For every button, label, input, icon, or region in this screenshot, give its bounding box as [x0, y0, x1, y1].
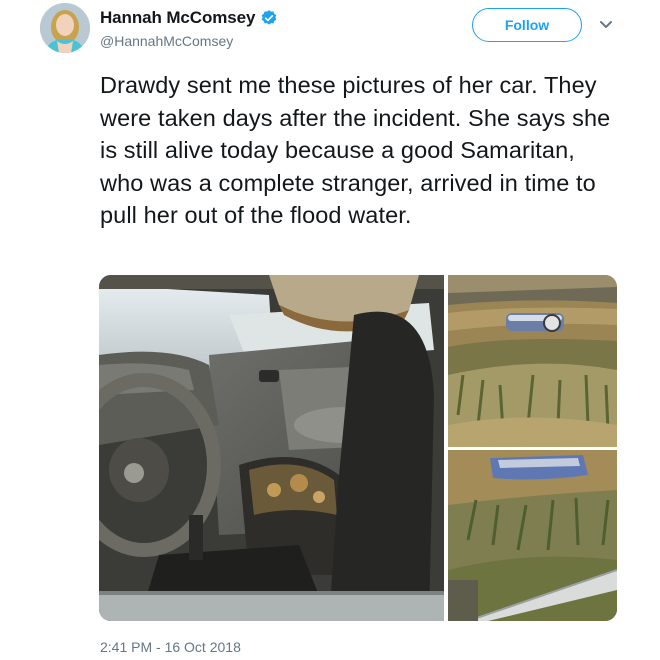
verified-badge-icon [260, 9, 278, 27]
user-avatar-photo [40, 3, 90, 53]
photo-grid [99, 275, 617, 621]
follow-button[interactable]: Follow [472, 8, 582, 42]
avatar[interactable] [40, 3, 90, 53]
author-display-name[interactable]: Hannah McComsey [100, 8, 255, 28]
tweet-text: Drawdy sent me these pictures of her car… [100, 72, 611, 228]
photo-submerged-car[interactable] [448, 450, 617, 621]
author-name-row[interactable]: Hannah McComsey [100, 8, 278, 28]
photo-overturned-car[interactable] [448, 275, 617, 447]
chevron-down-icon[interactable] [598, 18, 614, 32]
author-handle[interactable]: @HannahMcComsey [100, 33, 233, 49]
tweet-timestamp[interactable]: 2:41 PM - 16 Oct 2018 [100, 639, 241, 655]
photo-car-interior[interactable] [99, 275, 444, 621]
